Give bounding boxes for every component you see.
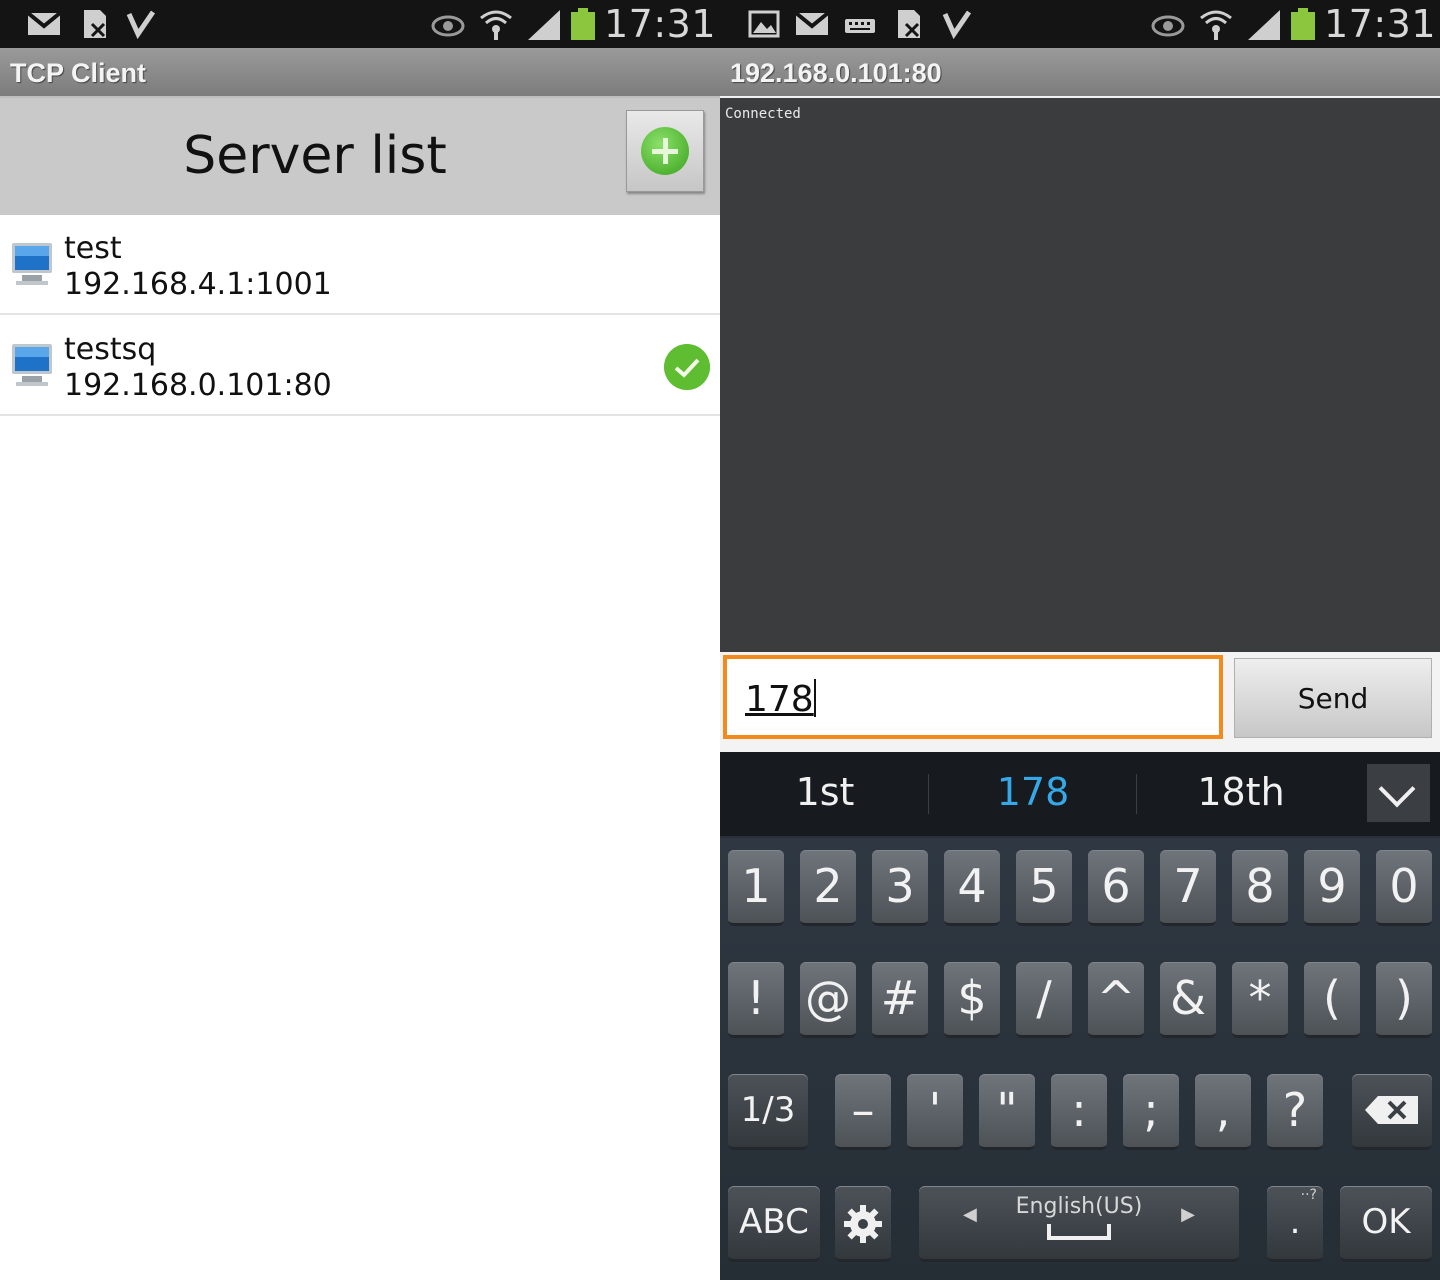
message-input[interactable]: 178 xyxy=(723,655,1223,739)
space-key[interactable]: ◀ English(US) ▶ xyxy=(919,1186,1239,1262)
battery-icon xyxy=(1291,8,1315,40)
key-asterisk[interactable]: * xyxy=(1232,962,1288,1038)
server-list-screen: 17:31 TCP Client Server list test 192.16… xyxy=(0,0,720,1280)
space-bar-icon xyxy=(1047,1224,1111,1240)
sim-card-icon xyxy=(898,10,920,38)
key-7[interactable]: 7 xyxy=(1160,850,1216,926)
message-input-value: 178 xyxy=(745,679,814,720)
expand-suggestions-chevron-icon[interactable] xyxy=(1367,764,1430,822)
send-button[interactable]: Send xyxy=(1234,658,1432,738)
status-time: 17:31 xyxy=(604,2,717,46)
app-title-bar: TCP Client xyxy=(0,48,720,98)
key-2[interactable]: 2 xyxy=(800,850,856,926)
computer-icon xyxy=(12,243,52,285)
key-dash[interactable]: – xyxy=(835,1074,891,1150)
key-dollar[interactable]: $ xyxy=(944,962,1000,1038)
key-5[interactable]: 5 xyxy=(1016,850,1072,926)
on-screen-keyboard: 1 2 3 4 5 6 7 8 9 0 ! @ # $ / ^ & * ( ) … xyxy=(720,838,1440,1280)
console-output: Connected xyxy=(720,100,1440,656)
status-bar: 17:31 xyxy=(720,0,1440,48)
status-time: 17:31 xyxy=(1324,2,1437,46)
suggestion-bar: 1st 178 18th xyxy=(720,752,1440,838)
key-ampersand[interactable]: & xyxy=(1160,962,1216,1038)
key-0[interactable]: 0 xyxy=(1376,850,1432,926)
key-3[interactable]: 3 xyxy=(872,850,928,926)
backspace-icon xyxy=(1365,1096,1418,1124)
period-label: . xyxy=(1289,1202,1301,1242)
key-question[interactable]: ? xyxy=(1267,1074,1323,1150)
connection-screen: 17:31 192.168.0.101:80 Connected 178 Sen… xyxy=(720,0,1440,1280)
download-check-icon xyxy=(942,10,972,40)
server-list-item[interactable]: testsq 192.168.0.101:80 xyxy=(0,316,720,416)
download-check-icon xyxy=(126,10,156,40)
eye-icon xyxy=(1151,15,1185,37)
key-slash[interactable]: / xyxy=(1016,962,1072,1038)
server-name: test xyxy=(64,231,122,266)
key-caret[interactable]: ^ xyxy=(1088,962,1144,1038)
gmail-icon xyxy=(26,11,62,35)
key-exclamation[interactable]: ! xyxy=(728,962,784,1038)
status-bar: 17:31 xyxy=(0,0,720,48)
key-1[interactable]: 1 xyxy=(728,850,784,926)
abc-key[interactable]: ABC xyxy=(728,1186,820,1262)
key-comma[interactable]: , xyxy=(1195,1074,1251,1150)
key-open-paren[interactable]: ( xyxy=(1304,962,1360,1038)
add-server-button[interactable] xyxy=(626,110,704,192)
battery-icon xyxy=(571,8,595,40)
chevron-left-icon: ◀ xyxy=(963,1204,977,1225)
gallery-icon xyxy=(748,10,780,38)
keyboard-icon xyxy=(845,19,875,33)
backspace-key[interactable] xyxy=(1352,1074,1432,1150)
suggestion-item[interactable]: 18th xyxy=(1141,770,1341,814)
server-name: testsq xyxy=(64,332,157,367)
period-key[interactable]: ··? . xyxy=(1267,1186,1323,1262)
settings-key[interactable] xyxy=(835,1186,891,1262)
page-title: Server list xyxy=(183,126,447,186)
key-6[interactable]: 6 xyxy=(1088,850,1144,926)
suggestion-item[interactable]: 1st xyxy=(725,770,925,814)
key-apostrophe[interactable]: ' xyxy=(907,1074,963,1150)
key-page-toggle[interactable]: 1/3 xyxy=(728,1074,808,1150)
connection-title-bar: 192.168.0.101:80 xyxy=(720,48,1440,98)
connection-title: 192.168.0.101:80 xyxy=(730,58,942,88)
wifi-icon xyxy=(480,10,512,40)
key-semicolon[interactable]: ; xyxy=(1123,1074,1179,1150)
key-8[interactable]: 8 xyxy=(1232,850,1288,926)
key-close-paren[interactable]: ) xyxy=(1376,962,1432,1038)
console-log-text: Connected xyxy=(725,106,801,122)
key-hash[interactable]: # xyxy=(872,962,928,1038)
punctuation-hint-icon: ··? xyxy=(1300,1187,1317,1203)
suggestion-item-selected[interactable]: 178 xyxy=(933,770,1133,814)
signal-icon xyxy=(528,10,560,40)
key-at[interactable]: @ xyxy=(800,962,856,1038)
server-list-header: Server list xyxy=(0,98,720,215)
ok-key[interactable]: OK xyxy=(1340,1186,1432,1262)
server-address: 192.168.0.101:80 xyxy=(64,368,332,403)
wifi-icon xyxy=(1200,10,1232,40)
gmail-icon xyxy=(794,11,830,35)
key-9[interactable]: 9 xyxy=(1304,850,1360,926)
chevron-right-icon: ▶ xyxy=(1181,1204,1195,1225)
connected-check-icon xyxy=(664,344,710,390)
gear-icon xyxy=(844,1205,882,1243)
divider xyxy=(928,774,929,814)
signal-icon xyxy=(1248,10,1280,40)
divider xyxy=(1136,774,1137,814)
key-4[interactable]: 4 xyxy=(944,850,1000,926)
server-list-item[interactable]: test 192.168.4.1:1001 xyxy=(0,215,720,315)
server-address: 192.168.4.1:1001 xyxy=(64,267,332,302)
plus-icon xyxy=(641,127,689,175)
key-colon[interactable]: : xyxy=(1051,1074,1107,1150)
key-quote[interactable]: " xyxy=(979,1074,1035,1150)
app-title: TCP Client xyxy=(10,58,147,88)
sim-card-icon xyxy=(84,10,106,38)
message-compose-area: 178 Send xyxy=(720,652,1440,752)
text-caret xyxy=(813,679,816,717)
eye-icon xyxy=(431,15,465,37)
computer-icon xyxy=(12,344,52,386)
